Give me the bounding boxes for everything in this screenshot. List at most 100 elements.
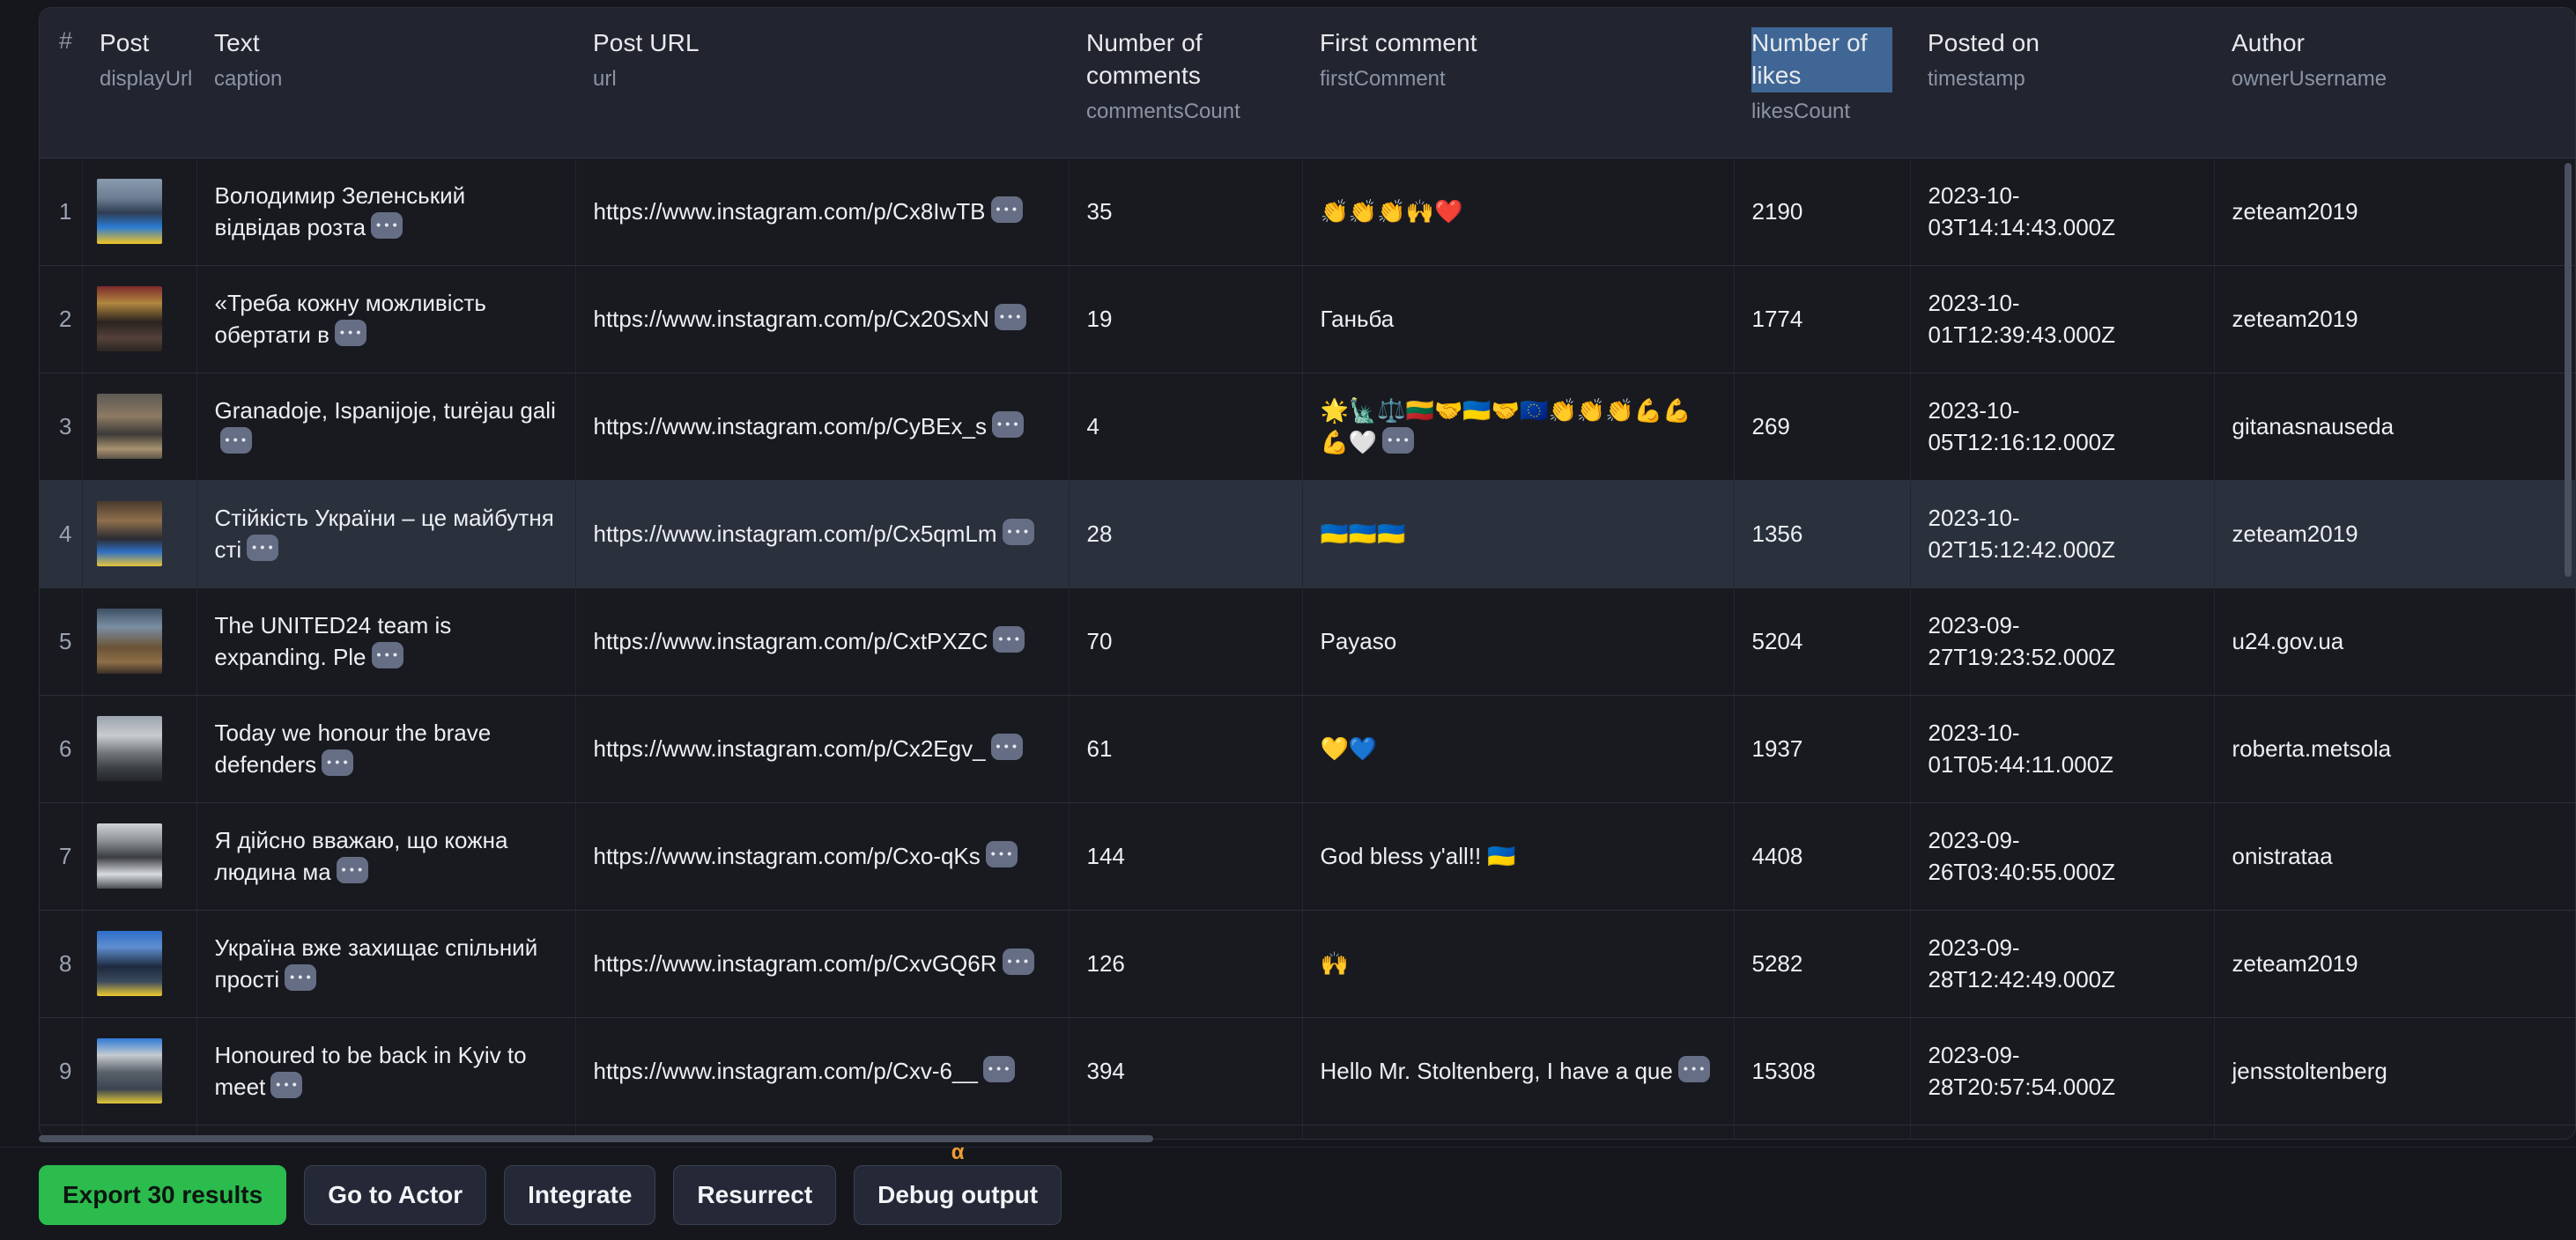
go-to-actor-button[interactable]: Go to Actor xyxy=(304,1165,487,1225)
table-row[interactable]: 5 The UNITED24 team is expanding. Ple http… xyxy=(40,587,2575,696)
first-comment-cell[interactable]: 🇺🇦🇺🇦🇺🇦 xyxy=(1302,480,1735,588)
first-comment-cell[interactable]: 🌟🗽⚖️🇱🇹🤝🇺🇦🤝🇪🇺👏👏👏💪💪💪🤍 xyxy=(1302,373,1735,481)
post-thumbnail-cell[interactable] xyxy=(82,695,197,803)
vertical-scrollbar[interactable] xyxy=(2563,163,2573,1137)
expand-ellipsis-icon[interactable] xyxy=(990,196,1023,223)
post-thumbnail-cell[interactable] xyxy=(82,802,197,911)
integrate-button[interactable]: Integrate xyxy=(504,1165,656,1225)
post-thumbnail-cell[interactable] xyxy=(82,1017,197,1126)
author-cell[interactable]: gitanasnauseda xyxy=(2214,373,2575,481)
post-thumbnail-image[interactable] xyxy=(96,286,162,351)
table-row[interactable]: 1 Володимир Зеленський відвідав розта http… xyxy=(40,158,2575,266)
first-comment-cell[interactable]: Hello Mr. Stoltenberg, I have a que xyxy=(1302,1017,1735,1126)
column-header-author[interactable]: Author ownerUsername xyxy=(2214,8,2575,159)
column-header-first-comment[interactable]: First comment firstComment xyxy=(1302,8,1734,159)
post-thumbnail-image[interactable] xyxy=(96,394,162,459)
post-thumbnail-image[interactable] xyxy=(96,179,162,244)
horizontal-scrollbar-thumb[interactable] xyxy=(39,1135,1153,1142)
post-url-cell[interactable]: https://www.instagram.com/p/CxvGQ6R xyxy=(575,910,1070,1018)
column-header-text[interactable]: Text caption xyxy=(196,8,575,159)
post-thumbnail-cell[interactable] xyxy=(82,158,197,266)
author-cell[interactable]: u24.gov.ua xyxy=(2214,587,2575,696)
expand-ellipsis-icon[interactable] xyxy=(990,733,1023,760)
first-comment-cell[interactable]: 👏👏👏🙌❤️ xyxy=(1302,158,1735,266)
expand-ellipsis-icon[interactable] xyxy=(994,303,1026,330)
caption-cell[interactable]: Володимир Зеленський відвідав розта xyxy=(196,158,576,266)
first-comment-cell[interactable]: Payaso xyxy=(1302,587,1735,696)
column-header-post[interactable]: Post displayUrl xyxy=(82,8,196,159)
first-comment-cell[interactable]: 💛💙 xyxy=(1302,695,1735,803)
expand-ellipsis-icon[interactable] xyxy=(985,840,1018,867)
post-thumbnail-image[interactable] xyxy=(96,1038,162,1103)
first-comment-cell[interactable]: 🙌 xyxy=(1302,910,1735,1018)
resurrect-button[interactable]: Resurrect xyxy=(673,1165,837,1225)
expand-ellipsis-icon[interactable] xyxy=(336,857,368,883)
post-url-cell[interactable]: https://www.instagram.com/p/Cxv-6__ xyxy=(575,1017,1070,1126)
first-comment-cell[interactable]: Ганьба xyxy=(1302,265,1735,373)
post-thumbnail-image[interactable] xyxy=(96,501,162,566)
post-thumbnail-image[interactable] xyxy=(96,931,162,996)
post-thumbnail-image[interactable] xyxy=(96,609,162,674)
post-thumbnail-cell[interactable] xyxy=(82,373,197,481)
vertical-scrollbar-thumb[interactable] xyxy=(2565,163,2572,577)
first-comment-cell[interactable]: God bless y'all!! 🇺🇦 xyxy=(1302,802,1735,911)
author-cell[interactable]: onistrataa xyxy=(2214,802,2575,911)
author-cell[interactable]: roberta.metsola xyxy=(2214,695,2575,803)
table-row[interactable]: 4 Стійкість України – це майбутня сті http… xyxy=(40,480,2575,588)
post-url-cell[interactable]: https://www.instagram.com/p/Cx20SxN xyxy=(575,265,1070,373)
caption-cell[interactable]: The UNITED24 team is expanding. Ple xyxy=(196,587,576,696)
expand-ellipsis-icon[interactable] xyxy=(982,1055,1015,1082)
caption-cell[interactable]: Стійкість України – це майбутня сті xyxy=(196,480,576,588)
column-header-index[interactable]: # xyxy=(40,8,82,159)
post-thumbnail-cell[interactable] xyxy=(82,480,197,588)
author-cell[interactable]: zeteam2019 xyxy=(2214,910,2575,1018)
post-thumbnail-cell[interactable] xyxy=(82,910,197,1018)
expand-ellipsis-icon[interactable] xyxy=(322,749,354,776)
expand-ellipsis-icon[interactable] xyxy=(1002,518,1034,545)
post-thumbnail-cell[interactable] xyxy=(82,587,197,696)
caption-cell[interactable]: Honoured to be back in Kyiv to meet xyxy=(196,1017,576,1126)
expand-ellipsis-icon[interactable] xyxy=(1002,948,1034,975)
table-row[interactable]: 7 Я дійсно вважаю, що кожна людина ма http… xyxy=(40,802,2575,911)
expand-ellipsis-icon[interactable] xyxy=(371,212,403,239)
expand-ellipsis-icon[interactable] xyxy=(991,410,1024,438)
post-url-cell[interactable]: https://www.instagram.com/p/CxtPXZC xyxy=(575,587,1070,696)
expand-ellipsis-icon[interactable] xyxy=(270,1072,303,1098)
post-url-cell[interactable]: https://www.instagram.com/p/Cx5qmLm xyxy=(575,480,1070,588)
post-thumbnail-image[interactable] xyxy=(96,716,162,781)
post-url-cell[interactable]: https://www.instagram.com/p/Cxo-qKs xyxy=(575,802,1070,911)
column-header-number-of-likes[interactable]: Number of likes likesCount xyxy=(1734,8,1910,159)
table-row[interactable]: 3 Granadoje, Ispanijoje, turėjau gali http… xyxy=(40,373,2575,481)
author-cell[interactable]: jensstoltenberg xyxy=(2214,1017,2575,1126)
column-header-number-of-comments[interactable]: Number of comments commentsCount xyxy=(1069,8,1302,159)
author-cell[interactable]: zeteam2019 xyxy=(2214,480,2575,588)
caption-cell[interactable]: Granadoje, Ispanijoje, turėjau gali xyxy=(196,373,576,481)
expand-ellipsis-icon[interactable] xyxy=(1382,427,1415,454)
expand-ellipsis-icon[interactable] xyxy=(247,535,279,561)
table-row[interactable]: 9 Honoured to be back in Kyiv to meet http… xyxy=(40,1017,2575,1126)
expand-ellipsis-icon[interactable] xyxy=(371,642,403,668)
caption-cell[interactable]: «Треба кожну можливість обертати в xyxy=(196,265,576,373)
column-header-post-url[interactable]: Post URL url xyxy=(575,8,1069,159)
caption-cell[interactable]: Today we honour the brave defenders xyxy=(196,695,576,803)
expand-ellipsis-icon[interactable] xyxy=(285,964,317,991)
post-thumbnail-image[interactable] xyxy=(96,823,162,889)
post-url-cell[interactable]: https://www.instagram.com/p/CyBEx_s xyxy=(575,373,1070,481)
table-row[interactable]: 6 Today we honour the brave defenders http… xyxy=(40,695,2575,803)
expand-ellipsis-icon[interactable] xyxy=(219,427,252,454)
post-url-cell[interactable]: https://www.instagram.com/p/Cx2Egv_ xyxy=(575,695,1070,803)
author-cell[interactable]: zeteam2019 xyxy=(2214,265,2575,373)
expand-ellipsis-icon[interactable] xyxy=(993,625,1025,653)
expand-ellipsis-icon[interactable] xyxy=(1677,1055,1710,1082)
debug-output-button[interactable]: Debug output xyxy=(854,1165,1062,1225)
horizontal-scrollbar[interactable] xyxy=(39,1134,2576,1143)
post-thumbnail-cell[interactable] xyxy=(82,265,197,373)
table-row[interactable]: 8 Україна вже захищає спільний прості http… xyxy=(40,910,2575,1018)
results-table-container[interactable]: # Post displayUrl Text caption Post URL … xyxy=(39,7,2576,1140)
column-header-posted-on[interactable]: Posted on timestamp xyxy=(1910,8,2214,159)
table-row[interactable]: 2 «Треба кожну можливість обертати в https… xyxy=(40,265,2575,373)
post-url-cell[interactable]: https://www.instagram.com/p/Cx8IwTB xyxy=(575,158,1070,266)
author-cell[interactable]: zeteam2019 xyxy=(2214,158,2575,266)
export-results-button[interactable]: Export 30 results xyxy=(39,1165,287,1225)
caption-cell[interactable]: Я дійсно вважаю, що кожна людина ма xyxy=(196,802,576,911)
